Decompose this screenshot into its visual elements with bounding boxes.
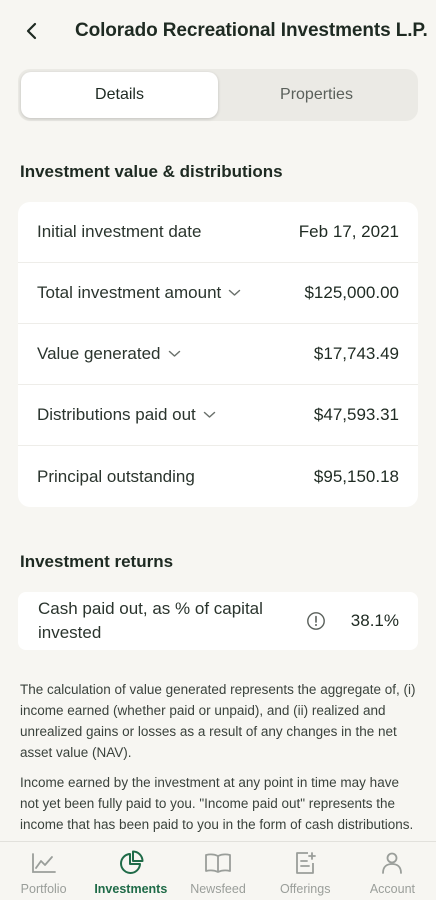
row-label: Initial investment date [37, 222, 202, 241]
nav-item-account[interactable]: Account [349, 842, 436, 900]
chevron-down-icon[interactable] [168, 350, 181, 358]
row-value-generated[interactable]: Value generated $17,743.49 [18, 324, 418, 385]
tab-details[interactable]: Details [21, 72, 218, 118]
page-title: Colorado Recreational Investments L.P. [75, 20, 428, 41]
row-label: Principal outstanding [37, 466, 195, 486]
nav-label: Investments [94, 882, 168, 896]
nav-label: Account [369, 882, 415, 896]
row-label: Value generated [37, 344, 181, 364]
returns-label: Cash paid out, as % of capital invested [38, 599, 263, 642]
nav-item-portfolio[interactable]: Portfolio [0, 842, 87, 900]
offerings-icon [293, 850, 317, 876]
row-value: $17,743.49 [313, 344, 399, 363]
book-icon [204, 850, 232, 876]
section-title-returns: Investment returns [20, 552, 174, 571]
nav-label: Offerings [279, 882, 331, 896]
row-distributions-paid-out[interactable]: Distributions paid out $47,593.31 [18, 385, 418, 446]
nav-item-newsfeed[interactable]: Newsfeed [174, 842, 261, 900]
tab-bar: Details Properties [18, 69, 418, 121]
person-icon [380, 850, 404, 876]
portfolio-chart-icon [31, 850, 57, 876]
back-button[interactable] [10, 9, 54, 53]
row-label: Total investment amount [37, 283, 241, 303]
nav-item-offerings[interactable]: Offerings [262, 842, 349, 900]
row-initial-investment-date: Initial investment date Feb 17, 2021 [18, 202, 418, 263]
value-card: Initial investment date Feb 17, 2021 Tot… [18, 202, 418, 507]
chevron-down-icon[interactable] [228, 289, 241, 297]
chevron-left-icon [26, 22, 37, 40]
header: Colorado Recreational Investments L.P. [0, 0, 436, 62]
row-total-investment-amount[interactable]: Total investment amount $125,000.00 [18, 263, 418, 324]
section-title-value: Investment value & distributions [20, 162, 283, 181]
returns-value: 38.1% [350, 611, 399, 630]
chevron-down-icon[interactable] [203, 411, 216, 419]
row-value: $47,593.31 [313, 405, 399, 424]
note-paragraph: Income earned by the investment at any p… [20, 775, 414, 832]
row-value: $95,150.18 [313, 466, 399, 486]
pie-chart-icon [118, 850, 144, 876]
info-icon[interactable] [306, 611, 326, 631]
nav-label: Newsfeed [190, 882, 246, 896]
row-value: Feb 17, 2021 [298, 222, 399, 241]
row-principal-outstanding: Principal outstanding $95,150.18 [18, 446, 418, 507]
note-paragraph: The calculation of value generated repre… [20, 682, 416, 760]
row-label: Distributions paid out [37, 405, 216, 425]
bottom-nav: Portfolio Investments Newsfeed Offerings… [0, 841, 436, 900]
tab-properties[interactable]: Properties [218, 72, 415, 118]
nav-item-investments[interactable]: Investments [87, 842, 174, 900]
returns-card: Cash paid out, as % of capital invested … [18, 592, 418, 650]
nav-label: Portfolio [20, 882, 67, 896]
row-value: $125,000.00 [304, 283, 399, 302]
